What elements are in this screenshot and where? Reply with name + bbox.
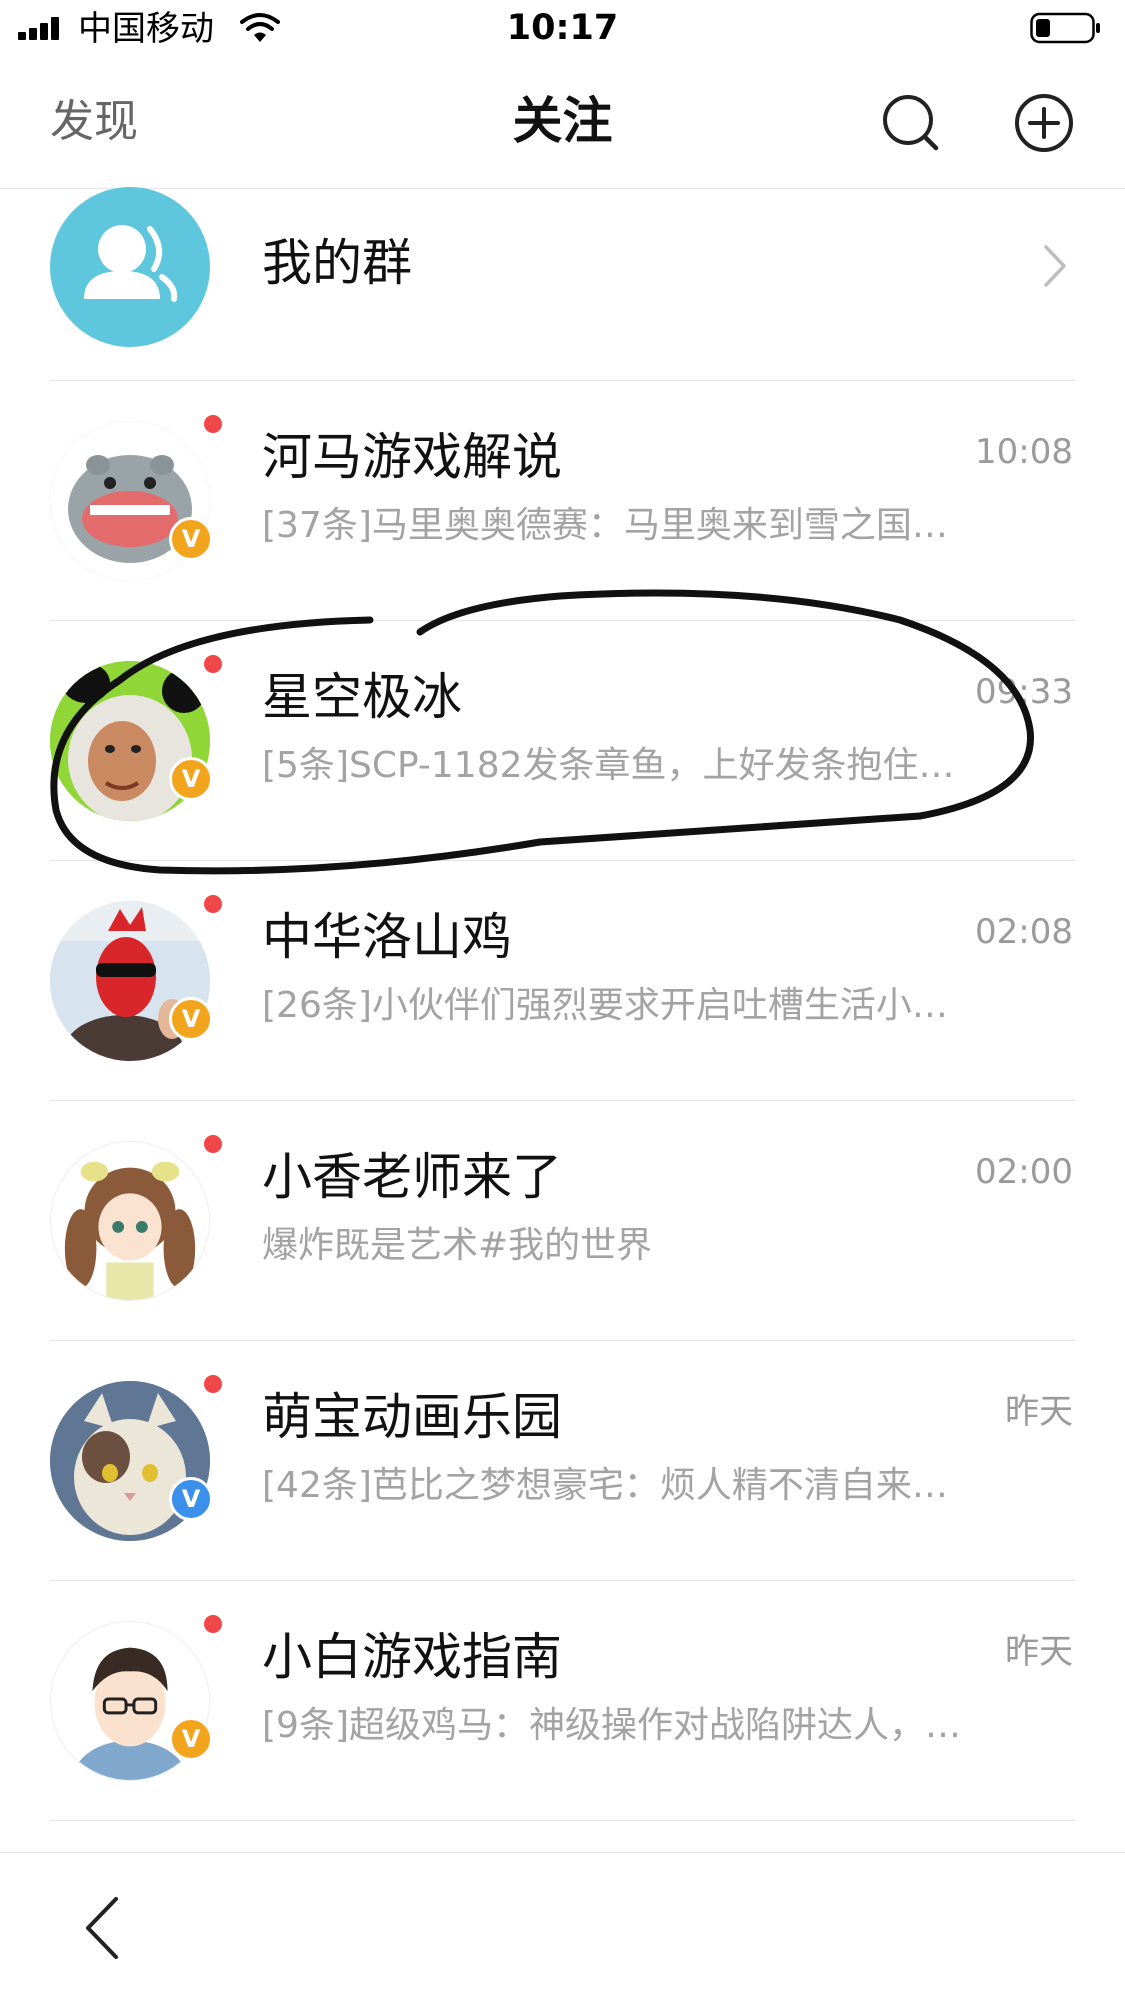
- account-name: 星空极冰: [262, 668, 462, 726]
- update-preview: 爆炸既是艺术#我的世界: [262, 1225, 653, 1266]
- account-name: 中华洛山鸡: [262, 908, 512, 966]
- verified-badge: V: [169, 1477, 213, 1521]
- page-title: 关注: [512, 92, 613, 150]
- list-item[interactable]: 小香老师来了 02:00 爆炸既是艺术#我的世界: [0, 1101, 1125, 1341]
- unread-dot: [204, 655, 222, 673]
- account-name: 小白游戏指南: [262, 1628, 562, 1686]
- verified-badge: V: [169, 517, 213, 561]
- status-bar: 中国移动 10:17: [0, 0, 1125, 60]
- bottom-toolbar: [0, 1852, 1125, 1999]
- verified-badge: V: [169, 1717, 213, 1761]
- update-preview: [5条]SCP-1182发条章鱼，上好发条抱住…: [262, 745, 955, 786]
- list-item[interactable]: V 萌宝动画乐园 昨天 [42条]芭比之梦想豪宅：烦人精不清自来…: [0, 1341, 1125, 1581]
- group-avatar: [50, 187, 210, 347]
- update-preview: [9条]超级鸡马：神级操作对战陷阱达人，…: [262, 1705, 961, 1746]
- update-time: 10:08: [975, 432, 1073, 472]
- update-time: 昨天: [1005, 1632, 1073, 1672]
- chevron-right-icon: [1044, 245, 1066, 287]
- update-preview: [26条]小伙伴们强烈要求开启吐槽生活小…: [262, 985, 948, 1026]
- unread-dot: [204, 1615, 222, 1633]
- add-circle-icon[interactable]: [1013, 92, 1075, 154]
- status-time: 10:17: [506, 8, 619, 48]
- update-time: 昨天: [1005, 1392, 1073, 1432]
- anime-girl-avatar-image: [51, 1142, 209, 1300]
- list-item[interactable]: V 河马游戏解说 10:08 [37条]马里奥奥德赛：马里奥来到雪之国…: [0, 381, 1125, 621]
- update-time: 09:33: [975, 672, 1073, 712]
- verified-badge: V: [169, 997, 213, 1041]
- list-item[interactable]: V 小白游戏指南 昨天 [9条]超级鸡马：神级操作对战陷阱达人，…: [0, 1581, 1125, 1821]
- update-preview: [42条]芭比之梦想豪宅：烦人精不清自来…: [262, 1465, 948, 1506]
- search-icon[interactable]: [880, 92, 942, 154]
- group-row-label: 我的群: [262, 234, 412, 292]
- unread-dot: [204, 415, 222, 433]
- account-name: 小香老师来了: [262, 1148, 562, 1206]
- unread-dot: [204, 1375, 222, 1393]
- group-icon: [84, 225, 178, 302]
- divider: [50, 1820, 1075, 1821]
- update-preview: [37条]马里奥奥德赛：马里奥来到雪之国…: [262, 505, 948, 546]
- update-time: 02:00: [975, 1152, 1073, 1192]
- back-arrow-icon[interactable]: [78, 1893, 128, 1963]
- avatar: [50, 1141, 210, 1301]
- verified-badge: V: [169, 757, 213, 801]
- navbar: 发现 关注: [0, 60, 1125, 189]
- update-time: 02:08: [975, 912, 1073, 952]
- list-item[interactable]: V 星空极冰 09:33 [5条]SCP-1182发条章鱼，上好发条抱住…: [0, 621, 1125, 861]
- unread-dot: [204, 895, 222, 913]
- battery-icon: [1030, 12, 1100, 44]
- my-groups-row[interactable]: 我的群: [0, 187, 1125, 381]
- unread-dot: [204, 1135, 222, 1153]
- list-item[interactable]: V 中华洛山鸡 02:08 [26条]小伙伴们强烈要求开启吐槽生活小…: [0, 861, 1125, 1101]
- account-name: 萌宝动画乐园: [262, 1388, 562, 1446]
- account-name: 河马游戏解说: [262, 428, 562, 486]
